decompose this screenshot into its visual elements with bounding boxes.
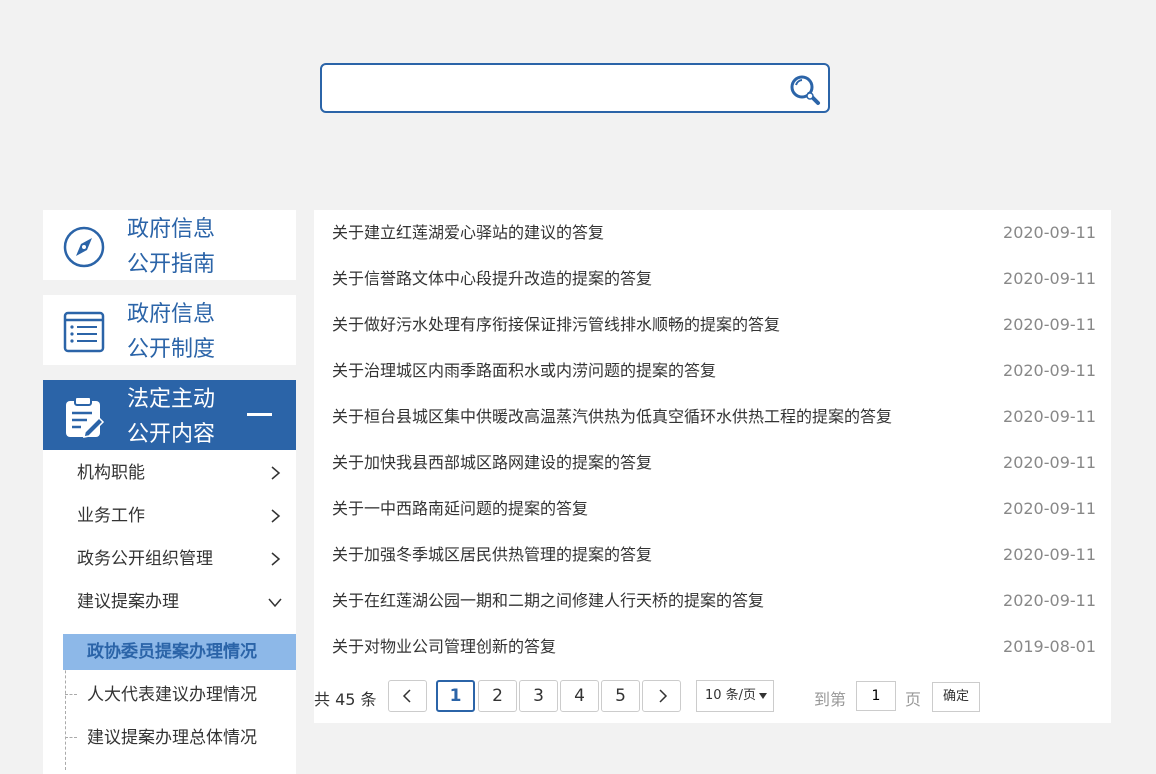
list-item-title[interactable]: 关于治理城区内雨季路面积水或内涝问题的提案的答复 xyxy=(332,348,716,394)
sidebar-item-proposals[interactable]: 建议提案办理 xyxy=(43,581,296,624)
page-button-1[interactable]: 1 xyxy=(436,680,475,712)
clipboard-edit-icon xyxy=(61,394,107,440)
sidebar-item-functions[interactable]: 机构职能 xyxy=(43,452,296,495)
search-input[interactable] xyxy=(332,71,786,107)
search-box xyxy=(320,63,830,113)
list-item-date: 2020-09-11 xyxy=(1003,269,1096,288)
list-item[interactable]: 关于信誉路文体中心段提升改造的提案的答复 2020-09-11 xyxy=(314,256,1111,302)
document-list-icon xyxy=(61,309,107,355)
list-item[interactable]: 关于建立红莲湖爱心驿站的建议的答复 2020-09-11 xyxy=(314,210,1111,256)
sidebar-item-label: 建议提案办理 xyxy=(77,592,179,612)
per-page-select[interactable]: 10 条/页 xyxy=(696,680,774,712)
sidebar-item-business[interactable]: 业务工作 xyxy=(43,495,296,538)
list-item[interactable]: 关于加强冬季城区居民供热管理的提案的答复 2020-09-11 xyxy=(314,532,1111,578)
confirm-button[interactable]: 确定 xyxy=(932,682,980,712)
chevron-right-icon xyxy=(658,689,667,703)
search-icon[interactable] xyxy=(788,73,822,107)
list-item-date: 2020-09-11 xyxy=(1003,545,1096,564)
sidebar-card-title: 法定主动 公开内容 xyxy=(127,387,216,447)
sidebar-card-title: 政府信息 公开指南 xyxy=(127,217,216,277)
chevron-right-icon xyxy=(271,466,281,480)
list-item-date: 2020-09-11 xyxy=(1003,407,1096,426)
list-item-date: 2020-09-11 xyxy=(1003,499,1096,518)
compass-icon xyxy=(61,224,107,270)
prev-page-button[interactable] xyxy=(388,680,427,712)
goto-label: 到第 xyxy=(814,690,847,709)
sidebar-leaf-overall[interactable]: 建议提案办理总体情况 xyxy=(63,720,296,756)
goto-page-input[interactable] xyxy=(856,681,896,711)
sidebar-card-guide[interactable]: 政府信息 公开指南 xyxy=(43,210,296,280)
sidebar-leaf-label: 政协委员提案办理情况 xyxy=(87,642,257,662)
list-item-date: 2020-09-11 xyxy=(1003,223,1096,242)
list-item-title[interactable]: 关于桓台县城区集中供暖改高温蒸汽供热为低真空循环水供热工程的提案的答复 xyxy=(332,394,892,440)
list-item-title[interactable]: 关于做好污水处理有序衔接保证排污管线排水顺畅的提案的答复 xyxy=(332,302,780,348)
page-button-2[interactable]: 2 xyxy=(478,680,517,712)
list-item-title[interactable]: 关于一中西路南延问题的提案的答复 xyxy=(332,486,588,532)
list-item-title[interactable]: 关于建立红莲湖爱心驿站的建议的答复 xyxy=(332,210,604,256)
sidebar-submenu: 机构职能 业务工作 政务公开组织管理 建议提案办理 政协委员提案办理情况 人大代… xyxy=(43,450,296,774)
sidebar-item-label: 业务工作 xyxy=(77,506,145,526)
sidebar-leaf-label: 人大代表建议办理情况 xyxy=(87,685,257,705)
list-item-date: 2019-08-01 xyxy=(1003,637,1096,656)
total-count: 共 45 条 xyxy=(314,690,377,709)
chevron-left-icon xyxy=(402,689,411,703)
list-item[interactable]: 关于桓台县城区集中供暖改高温蒸汽供热为低真空循环水供热工程的提案的答复 2020… xyxy=(314,394,1111,440)
sidebar-card-system[interactable]: 政府信息 公开制度 xyxy=(43,295,296,365)
sidebar-item-label: 机构职能 xyxy=(77,463,145,483)
next-page-button[interactable] xyxy=(642,680,681,712)
list-item-date: 2020-09-11 xyxy=(1003,315,1096,334)
caret-down-icon xyxy=(759,693,767,699)
page-button-5[interactable]: 5 xyxy=(601,680,640,712)
list-item[interactable]: 关于加快我县西部城区路网建设的提案的答复 2020-09-11 xyxy=(314,440,1111,486)
pagination: 共 45 条 1 2 3 4 5 10 条/页 到第 页 确定 xyxy=(314,680,1111,714)
sidebar-leaf-npc-suggestions[interactable]: 人大代表建议办理情况 xyxy=(63,677,296,713)
sidebar-item-label: 政务公开组织管理 xyxy=(77,549,213,569)
chevron-right-icon xyxy=(271,509,281,523)
list-item-date: 2020-09-11 xyxy=(1003,453,1096,472)
list-item[interactable]: 关于对物业公司管理创新的答复 2019-08-01 xyxy=(314,624,1111,670)
page-button-3[interactable]: 3 xyxy=(519,680,558,712)
list-item-date: 2020-09-11 xyxy=(1003,591,1096,610)
list-item-title[interactable]: 关于对物业公司管理创新的答复 xyxy=(332,624,556,670)
list-item[interactable]: 关于做好污水处理有序衔接保证排污管线排水顺畅的提案的答复 2020-09-11 xyxy=(314,302,1111,348)
list-item-title[interactable]: 关于加快我县西部城区路网建设的提案的答复 xyxy=(332,440,652,486)
list-item[interactable]: 关于治理城区内雨季路面积水或内涝问题的提案的答复 2020-09-11 xyxy=(314,348,1111,394)
list-item-title[interactable]: 关于信誉路文体中心段提升改造的提案的答复 xyxy=(332,256,652,302)
list-item-title[interactable]: 关于加强冬季城区居民供热管理的提案的答复 xyxy=(332,532,652,578)
collapse-icon[interactable] xyxy=(247,413,272,416)
per-page-value: 10 条/页 xyxy=(705,688,757,703)
page-button-4[interactable]: 4 xyxy=(560,680,599,712)
list-item[interactable]: 关于在红莲湖公园一期和二期之间修建人行天桥的提案的答复 2020-09-11 xyxy=(314,578,1111,624)
sidebar-card-title: 政府信息 公开制度 xyxy=(127,302,216,362)
sidebar-card-active-content[interactable]: 法定主动 公开内容 xyxy=(43,380,296,450)
page-unit-label: 页 xyxy=(905,690,922,709)
article-list-panel: 关于建立红莲湖爱心驿站的建议的答复 2020-09-11 关于信誉路文体中心段提… xyxy=(314,210,1111,723)
sidebar-leaf-label: 建议提案办理总体情况 xyxy=(87,728,257,748)
sidebar-leaf-cppcc-proposals[interactable]: 政协委员提案办理情况 xyxy=(63,634,296,670)
list-item[interactable]: 关于一中西路南延问题的提案的答复 2020-09-11 xyxy=(314,486,1111,532)
list-item-date: 2020-09-11 xyxy=(1003,361,1096,380)
sidebar-item-organization[interactable]: 政务公开组织管理 xyxy=(43,538,296,581)
chevron-down-icon xyxy=(268,598,282,608)
chevron-right-icon xyxy=(271,552,281,566)
list-item-title[interactable]: 关于在红莲湖公园一期和二期之间修建人行天桥的提案的答复 xyxy=(332,578,764,624)
